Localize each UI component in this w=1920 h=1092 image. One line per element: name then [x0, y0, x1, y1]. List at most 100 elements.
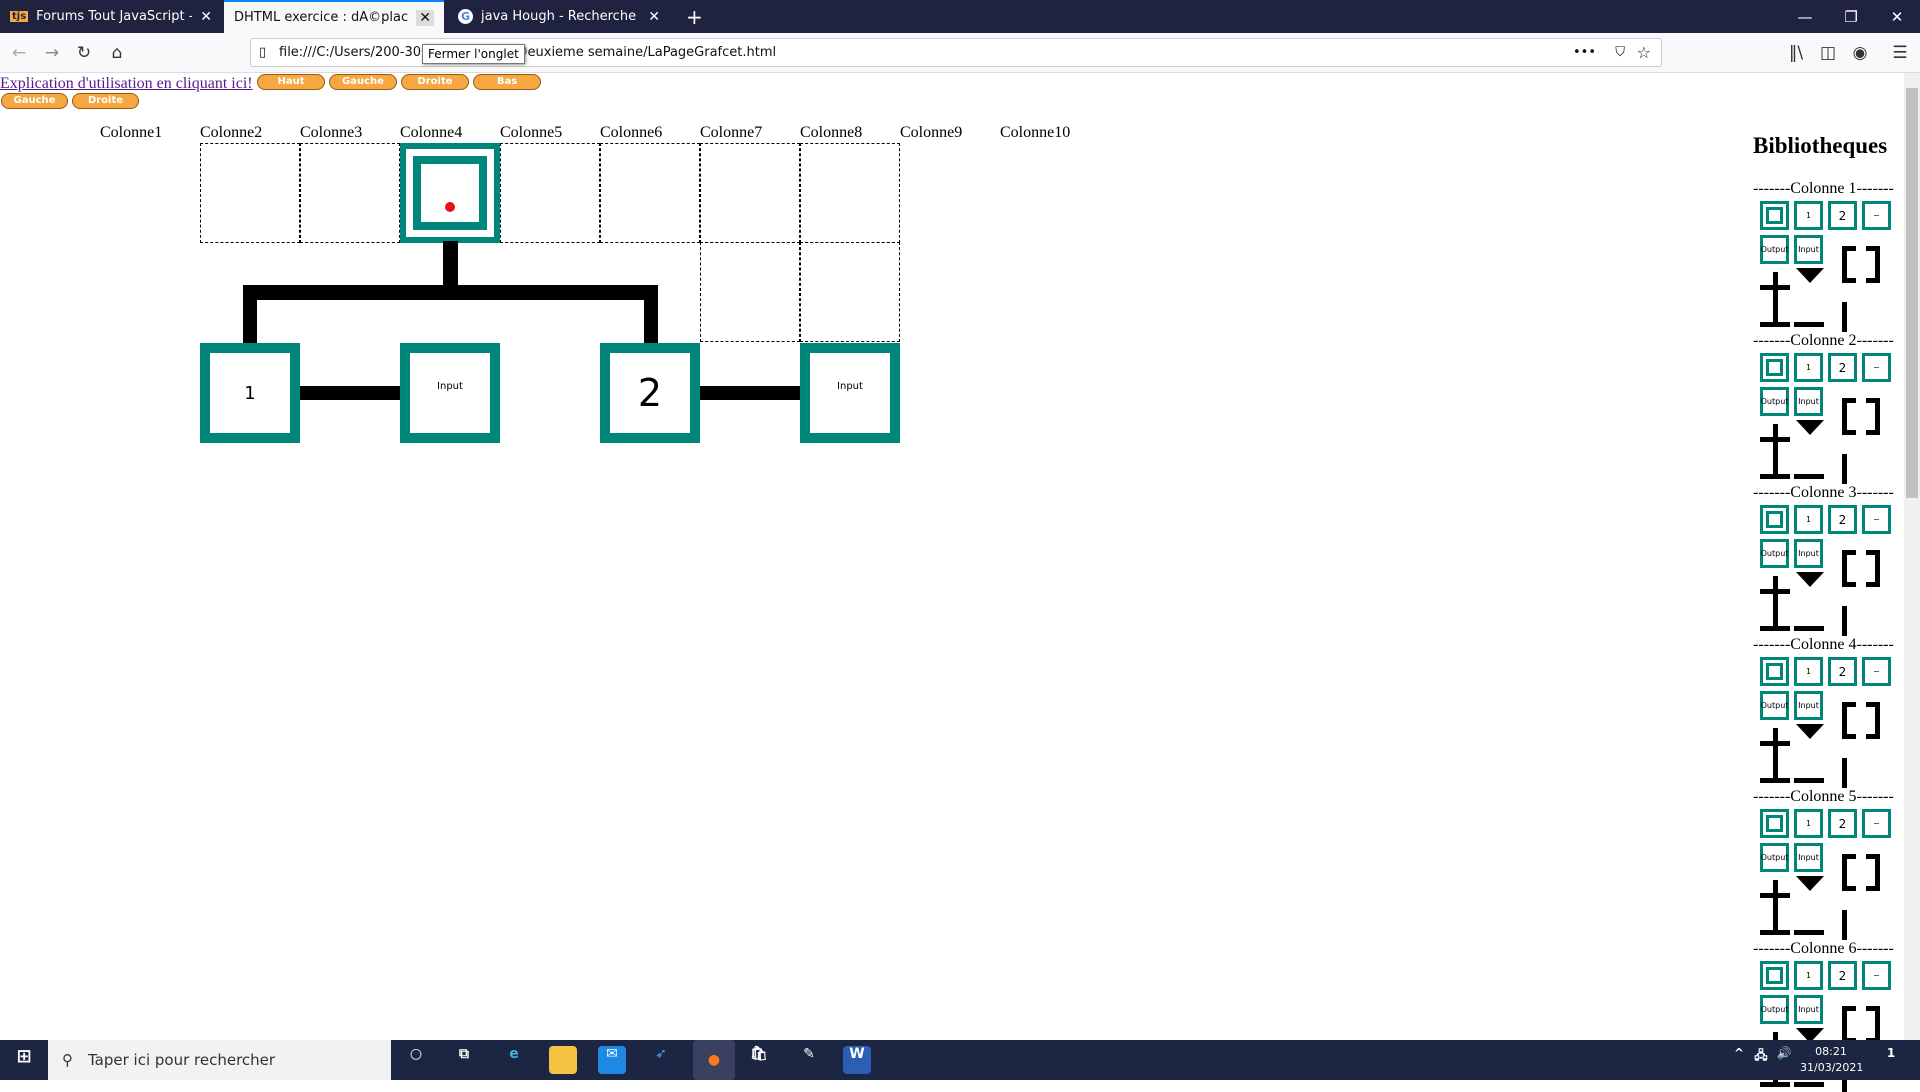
- bracket-icon[interactable]: [1842, 1006, 1880, 1043]
- close-tab-icon[interactable]: ✕: [200, 9, 212, 25]
- horizontal-line-icon[interactable]: [1794, 778, 1824, 783]
- horizontal-line-icon[interactable]: [1794, 474, 1824, 479]
- initial-step-tile[interactable]: [1760, 505, 1789, 534]
- bracket-icon[interactable]: [1842, 854, 1880, 891]
- output-tile[interactable]: Output: [1760, 387, 1789, 416]
- file-explorer-icon[interactable]: [549, 1046, 577, 1074]
- reload-icon[interactable]: ↻: [72, 41, 96, 65]
- volume-icon[interactable]: 🔊: [1770, 1046, 1798, 1074]
- triangle-icon[interactable]: [1796, 724, 1824, 739]
- taskbar-search[interactable]: ⚲ Taper ici pour rechercher: [48, 1040, 391, 1080]
- close-tab-icon[interactable]: ✕: [648, 9, 660, 25]
- scrollbar-thumb[interactable]: [1906, 88, 1918, 498]
- forward-icon[interactable]: →: [40, 41, 64, 65]
- triangle-icon[interactable]: [1796, 268, 1824, 283]
- output-tile[interactable]: Output: [1760, 843, 1789, 872]
- clock[interactable]: 08:21 31/03/2021: [1800, 1044, 1863, 1076]
- account-icon[interactable]: ◉: [1848, 41, 1872, 65]
- input-tile[interactable]: Input: [1794, 539, 1823, 568]
- up-button[interactable]: Haut: [257, 74, 325, 90]
- bracket-icon[interactable]: [1842, 246, 1880, 283]
- down-button[interactable]: Bas: [473, 74, 541, 90]
- grid-cell[interactable]: [800, 242, 900, 342]
- step-number-tile[interactable]: 2: [1828, 353, 1857, 382]
- input-block-2[interactable]: Input: [800, 343, 900, 443]
- transition-tile[interactable]: ~: [1862, 201, 1891, 230]
- task-view-icon[interactable]: ⧉: [450, 1046, 478, 1074]
- tab-google[interactable]: Gjava Hough - Recherche Google✕: [448, 0, 670, 33]
- grid-cell[interactable]: [200, 143, 300, 243]
- transition-tile[interactable]: ~: [1862, 809, 1891, 838]
- vertical-line-icon[interactable]: [1842, 606, 1847, 636]
- mail-icon[interactable]: ✉: [598, 1046, 626, 1074]
- back-icon[interactable]: ←: [7, 41, 31, 65]
- store-icon[interactable]: 🛍: [745, 1046, 773, 1074]
- right-button[interactable]: Droite: [401, 74, 469, 90]
- grid-cell[interactable]: [300, 143, 400, 243]
- app-icon[interactable]: ➶: [647, 1046, 675, 1074]
- output-tile[interactable]: Output: [1760, 691, 1789, 720]
- home-icon[interactable]: ⌂: [105, 41, 129, 65]
- step-1[interactable]: 1: [200, 343, 300, 443]
- transition-tile[interactable]: ~: [1862, 657, 1891, 686]
- menu-icon[interactable]: ☰: [1888, 41, 1912, 65]
- grid-cell[interactable]: [700, 242, 800, 342]
- triangle-icon[interactable]: [1796, 572, 1824, 587]
- input-tile[interactable]: Input: [1794, 691, 1823, 720]
- initial-step-tile[interactable]: [1760, 809, 1789, 838]
- input-tile[interactable]: Input: [1794, 387, 1823, 416]
- paint-icon[interactable]: ✎: [795, 1046, 823, 1074]
- grid-cell[interactable]: [600, 143, 700, 243]
- transition-tile[interactable]: ~: [1862, 353, 1891, 382]
- close-window-icon[interactable]: ✕: [1874, 0, 1920, 33]
- horizontal-line-icon[interactable]: [1794, 930, 1824, 935]
- horizontal-line-icon[interactable]: [1794, 626, 1824, 631]
- vertical-line-icon[interactable]: [1842, 910, 1847, 940]
- grid-cell[interactable]: [800, 143, 900, 243]
- initial-step-selected[interactable]: [400, 143, 500, 243]
- input-tile[interactable]: Input: [1794, 235, 1823, 264]
- left-button[interactable]: Gauche: [329, 74, 397, 90]
- vertical-line-icon[interactable]: [1842, 758, 1847, 788]
- step-number-tile[interactable]: 2: [1828, 961, 1857, 990]
- input-tile[interactable]: Input: [1794, 995, 1823, 1024]
- triangle-icon[interactable]: [1796, 420, 1824, 435]
- initial-step-tile[interactable]: [1760, 961, 1789, 990]
- horizontal-line-icon[interactable]: [1794, 322, 1824, 327]
- output-tile[interactable]: Output: [1760, 539, 1789, 568]
- bracket-icon[interactable]: [1842, 702, 1880, 739]
- cortana-icon[interactable]: ○: [402, 1046, 430, 1074]
- more-icon[interactable]: •••: [1573, 39, 1596, 66]
- restore-icon[interactable]: ❐: [1828, 0, 1874, 33]
- step-tile[interactable]: 1: [1794, 505, 1823, 534]
- step-tile[interactable]: 1: [1794, 353, 1823, 382]
- step-number-tile[interactable]: 2: [1828, 809, 1857, 838]
- step-number-tile[interactable]: 2: [1828, 505, 1857, 534]
- windows-start-icon[interactable]: ⊞: [10, 1046, 38, 1074]
- step-tile[interactable]: 1: [1794, 809, 1823, 838]
- step-2[interactable]: 2: [600, 343, 700, 443]
- left-button-2[interactable]: Gauche: [1, 93, 68, 109]
- grid-cell[interactable]: [500, 143, 600, 243]
- triangle-icon[interactable]: [1796, 876, 1824, 891]
- transition-tile[interactable]: ~: [1862, 961, 1891, 990]
- bracket-icon[interactable]: [1842, 550, 1880, 587]
- initial-step-tile[interactable]: [1760, 353, 1789, 382]
- tab-dhtml[interactable]: DHTML exercice : dÃ©placement d✕: [224, 0, 444, 33]
- transition-tile[interactable]: ~: [1862, 505, 1891, 534]
- initial-step-tile[interactable]: [1760, 657, 1789, 686]
- tab-forums[interactable]: tjsForums Tout JavaScript - Écrire✕: [0, 0, 222, 33]
- bracket-icon[interactable]: [1842, 398, 1880, 435]
- step-number-tile[interactable]: 2: [1828, 657, 1857, 686]
- edge-icon[interactable]: e: [500, 1046, 528, 1074]
- right-button-2[interactable]: Droite: [72, 93, 139, 109]
- close-tab-icon[interactable]: ✕: [416, 9, 434, 26]
- pocket-icon[interactable]: ⛉: [1615, 39, 1625, 66]
- step-tile[interactable]: 1: [1794, 201, 1823, 230]
- firefox-icon[interactable]: ●: [693, 1040, 735, 1080]
- sidebar-toggle-icon[interactable]: ◫: [1816, 41, 1840, 65]
- input-block-1[interactable]: Input: [400, 343, 500, 443]
- new-tab-button[interactable]: +: [676, 0, 706, 33]
- vertical-line-icon[interactable]: [1842, 454, 1847, 484]
- initial-step-tile[interactable]: [1760, 201, 1789, 230]
